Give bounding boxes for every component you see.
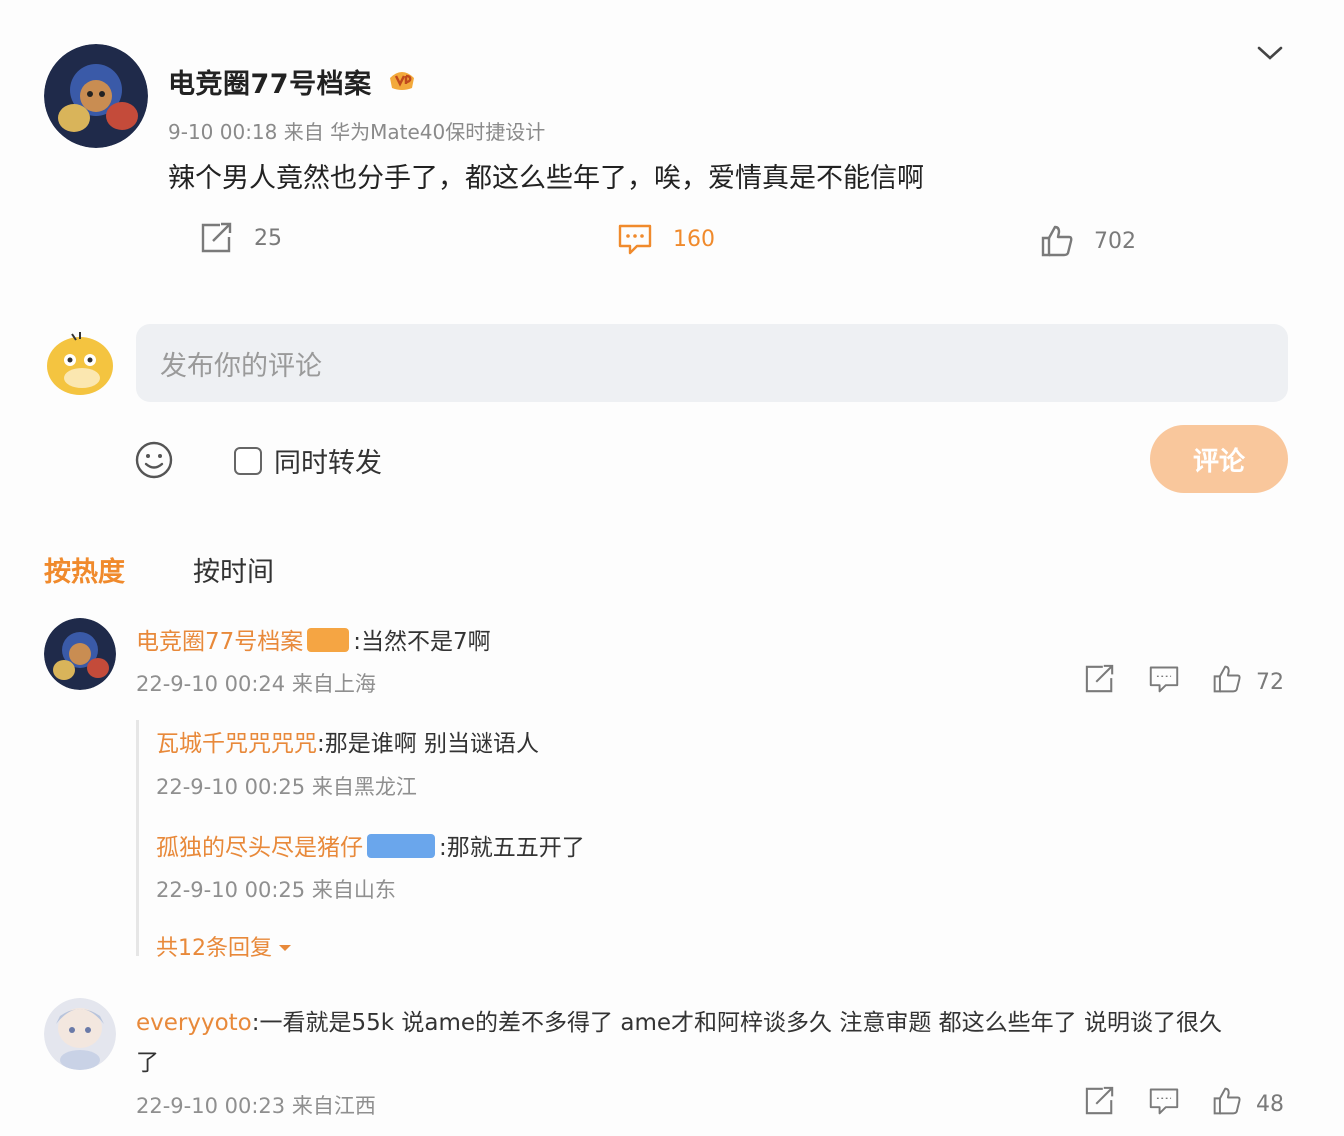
caret-down-icon	[278, 934, 292, 959]
reply-text: :那就五五开了	[439, 835, 585, 861]
repost-checkbox-label: 同时转发	[274, 448, 382, 479]
repost-checkbox[interactable]: 同时转发	[234, 441, 382, 480]
reply-text: :那是谁啊 别当谜语人	[317, 731, 540, 757]
chevron-down-icon[interactable]	[1254, 40, 1286, 66]
reply-body: 孤独的尽头尽是猪仔 :那就五五开了	[156, 828, 585, 862]
comment-meta: 22-9-10 00:24 来自上海	[136, 672, 376, 696]
like-count: 702	[1094, 228, 1136, 254]
reply-thread-rule	[136, 720, 139, 956]
reply-body: 瓦城千咒咒咒咒:那是谁啊 别当谜语人	[156, 724, 539, 758]
comment-text-continued: 了	[136, 1050, 159, 1076]
thumbs-up-icon	[1212, 664, 1242, 700]
comment-meta: 22-9-10 00:23 来自江西	[136, 1094, 376, 1118]
comment-icon[interactable]	[1148, 664, 1180, 700]
submit-comment-button[interactable]: 评论	[1150, 425, 1288, 493]
comment-body: everyyoto:一看就是55k 说ame的差不多得了 ame才和阿梓谈多久 …	[136, 1003, 1222, 1037]
comment-username[interactable]: 电竞圈77号档案	[136, 629, 303, 655]
tab-sort-hot[interactable]: 按热度	[44, 550, 125, 589]
post-author-name[interactable]: 电竞圈77号档案	[168, 62, 372, 101]
post-text: 辣个男人竟然也分手了，都这么些年了，唉，爱情真是不能信啊	[168, 163, 924, 194]
comment-like-count: 72	[1256, 669, 1284, 695]
comment-like-button[interactable]: 48	[1212, 1086, 1284, 1122]
checkbox-box[interactable]	[234, 446, 262, 475]
like-button[interactable]: 702	[1040, 224, 1136, 258]
comment-body: 电竞圈77号档案 :当然不是7啊	[136, 622, 491, 656]
comment-username[interactable]: everyyoto	[136, 1010, 252, 1036]
reply-meta: 22-9-10 00:25 来自山东	[156, 878, 396, 902]
comment-text: :一看就是55k 说ame的差不多得了 ame才和阿梓谈多久 注意审题 都这么些…	[251, 1010, 1222, 1036]
share-icon[interactable]	[1084, 1086, 1116, 1122]
comment-avatar[interactable]	[44, 618, 116, 690]
reply-username[interactable]: 瓦城千咒咒咒咒	[156, 731, 317, 757]
vip-badge-icon	[388, 66, 416, 92]
emoji-icon[interactable]	[134, 440, 174, 480]
comment-button[interactable]: 160	[617, 222, 715, 256]
post-meta: 9-10 00:18 来自 华为Mate40保时捷设计	[168, 120, 546, 144]
reply-username[interactable]: 孤独的尽头尽是猪仔	[156, 835, 363, 861]
reply-meta: 22-9-10 00:25 来自黑龙江	[156, 775, 417, 799]
tab-sort-time[interactable]: 按时间	[193, 550, 274, 589]
repost-count: 25	[254, 225, 282, 251]
post-author-avatar[interactable]	[44, 44, 148, 148]
comment-avatar[interactable]	[44, 998, 116, 1070]
more-replies-link[interactable]: 共12条回复	[156, 930, 292, 962]
repost-button[interactable]: 25	[200, 222, 282, 254]
comment-count: 160	[673, 226, 715, 252]
comment-like-count: 48	[1256, 1091, 1284, 1117]
comment-like-button[interactable]: 72	[1212, 664, 1284, 700]
thumbs-up-icon	[1040, 224, 1074, 258]
comment-input-placeholder: 发布你的评论	[160, 350, 322, 382]
thumbs-up-icon	[1212, 1086, 1242, 1122]
comment-actions: 48	[1084, 1086, 1284, 1122]
more-replies-label: 共12条回复	[156, 936, 272, 961]
comment-input[interactable]: 发布你的评论	[136, 324, 1288, 402]
comment-text: :当然不是7啊	[353, 629, 491, 655]
share-icon	[200, 222, 234, 254]
comment-icon[interactable]	[1148, 1086, 1180, 1122]
current-user-avatar	[44, 326, 116, 396]
comment-actions: 72	[1084, 664, 1284, 700]
fan-badge-icon	[307, 628, 350, 652]
share-icon[interactable]	[1084, 664, 1116, 700]
comment-icon	[617, 222, 653, 256]
member-badge-icon	[367, 834, 435, 858]
